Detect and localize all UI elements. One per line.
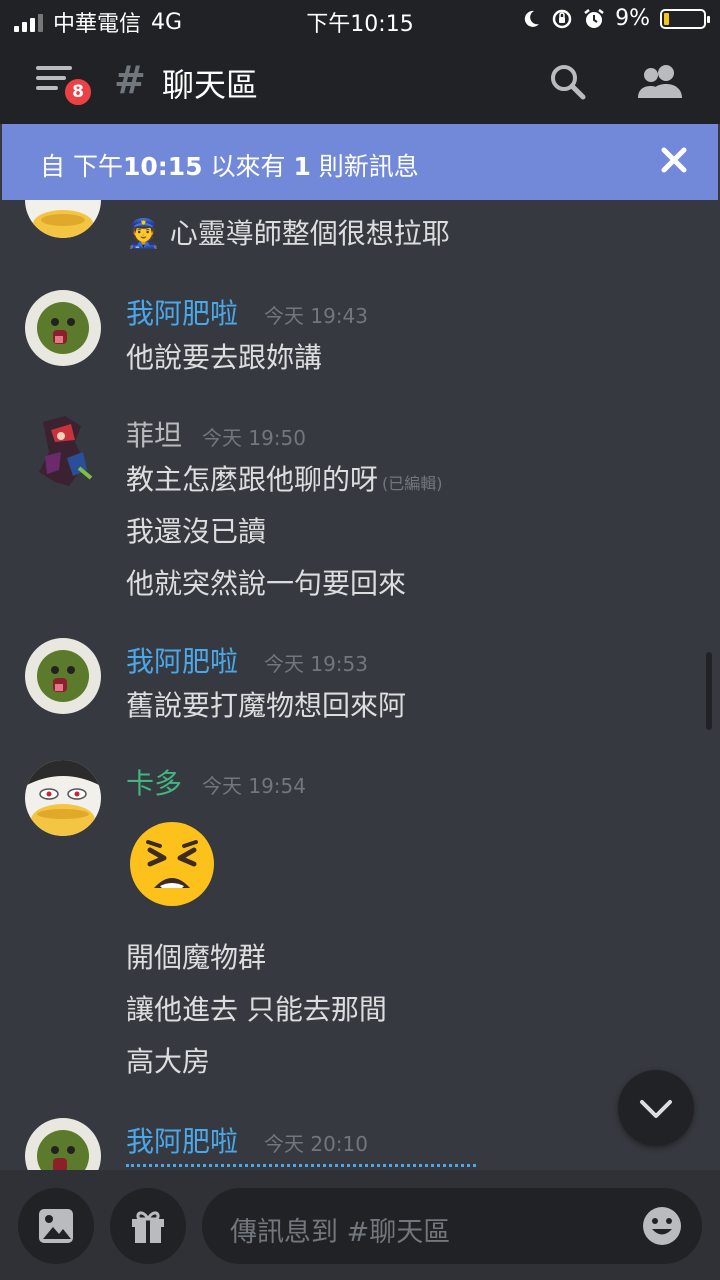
- attach-image-button[interactable]: [18, 1188, 94, 1264]
- avatar-woafeila[interactable]: [25, 1118, 101, 1170]
- timestamp: 今天 20:10: [264, 1132, 368, 1156]
- unread-badge: 8: [62, 76, 94, 108]
- message-line: 他就突然說一句要回來: [126, 567, 407, 600]
- timestamp: 今天 19:43: [264, 304, 368, 328]
- network-type: 4G: [151, 9, 183, 35]
- signal-icon: [14, 12, 43, 32]
- message-list[interactable]: 👮 心靈導師整個很想拉耶 我阿肥啦 今天 19:43 他說要去跟妳講 菲坦 今天…: [0, 200, 720, 1170]
- message-line: 舊說要打魔物想回來阿: [126, 689, 407, 722]
- message-input[interactable]: 傳訊息到 #聊天區: [202, 1188, 702, 1264]
- avatar-feitan[interactable]: [25, 412, 101, 488]
- author-name[interactable]: 卡多: [126, 762, 182, 802]
- scrollbar[interactable]: [706, 652, 712, 730]
- alarm-icon: [584, 8, 604, 28]
- message-line: 我還沒已讀: [126, 515, 267, 548]
- status-bar: 中華電信 4G 下午10:15 9%: [0, 0, 720, 40]
- author-name[interactable]: 我阿肥啦: [126, 640, 238, 680]
- avatar-woafeila[interactable]: [25, 638, 101, 714]
- avatar-kaduo[interactable]: [25, 760, 101, 836]
- search-icon[interactable]: [548, 62, 588, 102]
- author-name[interactable]: 我阿肥啦: [126, 292, 238, 332]
- edited-label: (已編輯): [382, 474, 443, 493]
- chevron-down-icon: [640, 1100, 672, 1118]
- timestamp: 今天 19:50: [202, 426, 306, 450]
- battery-icon: [660, 8, 710, 29]
- carrier: 中華電信: [53, 12, 142, 37]
- gift-icon: [132, 1211, 164, 1243]
- new-messages-banner[interactable]: 自 下午10:15 以來有 1 則新訊息: [2, 124, 718, 200]
- jump-to-bottom-button[interactable]: [618, 1070, 694, 1146]
- message-line: 開個魔物群: [126, 941, 267, 974]
- image-icon: [39, 1209, 73, 1243]
- banner-text: 自 下午10:15 以來有 1 則新訊息: [40, 152, 419, 181]
- message-line: 教主怎麼跟他聊的呀 (已編輯): [126, 463, 443, 496]
- author-name[interactable]: 我阿肥啦: [126, 1120, 238, 1160]
- gift-button[interactable]: [110, 1188, 186, 1264]
- members-icon[interactable]: [636, 62, 684, 102]
- message-line: 讓他進去 只能去那間: [126, 993, 387, 1026]
- composer-bar: 傳訊息到 #聊天區: [0, 1170, 720, 1280]
- channel-header: 8 # 聊天區: [0, 40, 720, 124]
- timestamp: 今天 19:53: [264, 652, 368, 676]
- message-input-placeholder: 傳訊息到 #聊天區: [230, 1217, 451, 1248]
- rotation-lock-icon: [552, 9, 572, 28]
- emoji-icon[interactable]: [642, 1206, 682, 1246]
- channel-title: 聊天區: [162, 66, 259, 104]
- avatar-woafeila[interactable]: [25, 290, 101, 366]
- message-line: 高大房: [126, 1045, 211, 1078]
- author-name[interactable]: 菲坦: [126, 414, 182, 454]
- timestamp: 今天 19:54: [202, 774, 306, 798]
- battery-percent: 9%: [615, 6, 650, 31]
- message-line: 👮 心靈導師整個很想拉耶: [126, 217, 450, 250]
- close-icon[interactable]: [654, 140, 694, 180]
- tired-face-emoji-icon: [130, 822, 214, 906]
- moon-icon: [524, 10, 540, 27]
- clock: 下午10:15: [306, 12, 414, 37]
- menu-icon: [36, 66, 72, 70]
- avatar-kaduo[interactable]: [25, 200, 101, 238]
- message-line: 他說要去跟妳講: [126, 341, 323, 374]
- channel-hash-icon: #: [114, 58, 146, 102]
